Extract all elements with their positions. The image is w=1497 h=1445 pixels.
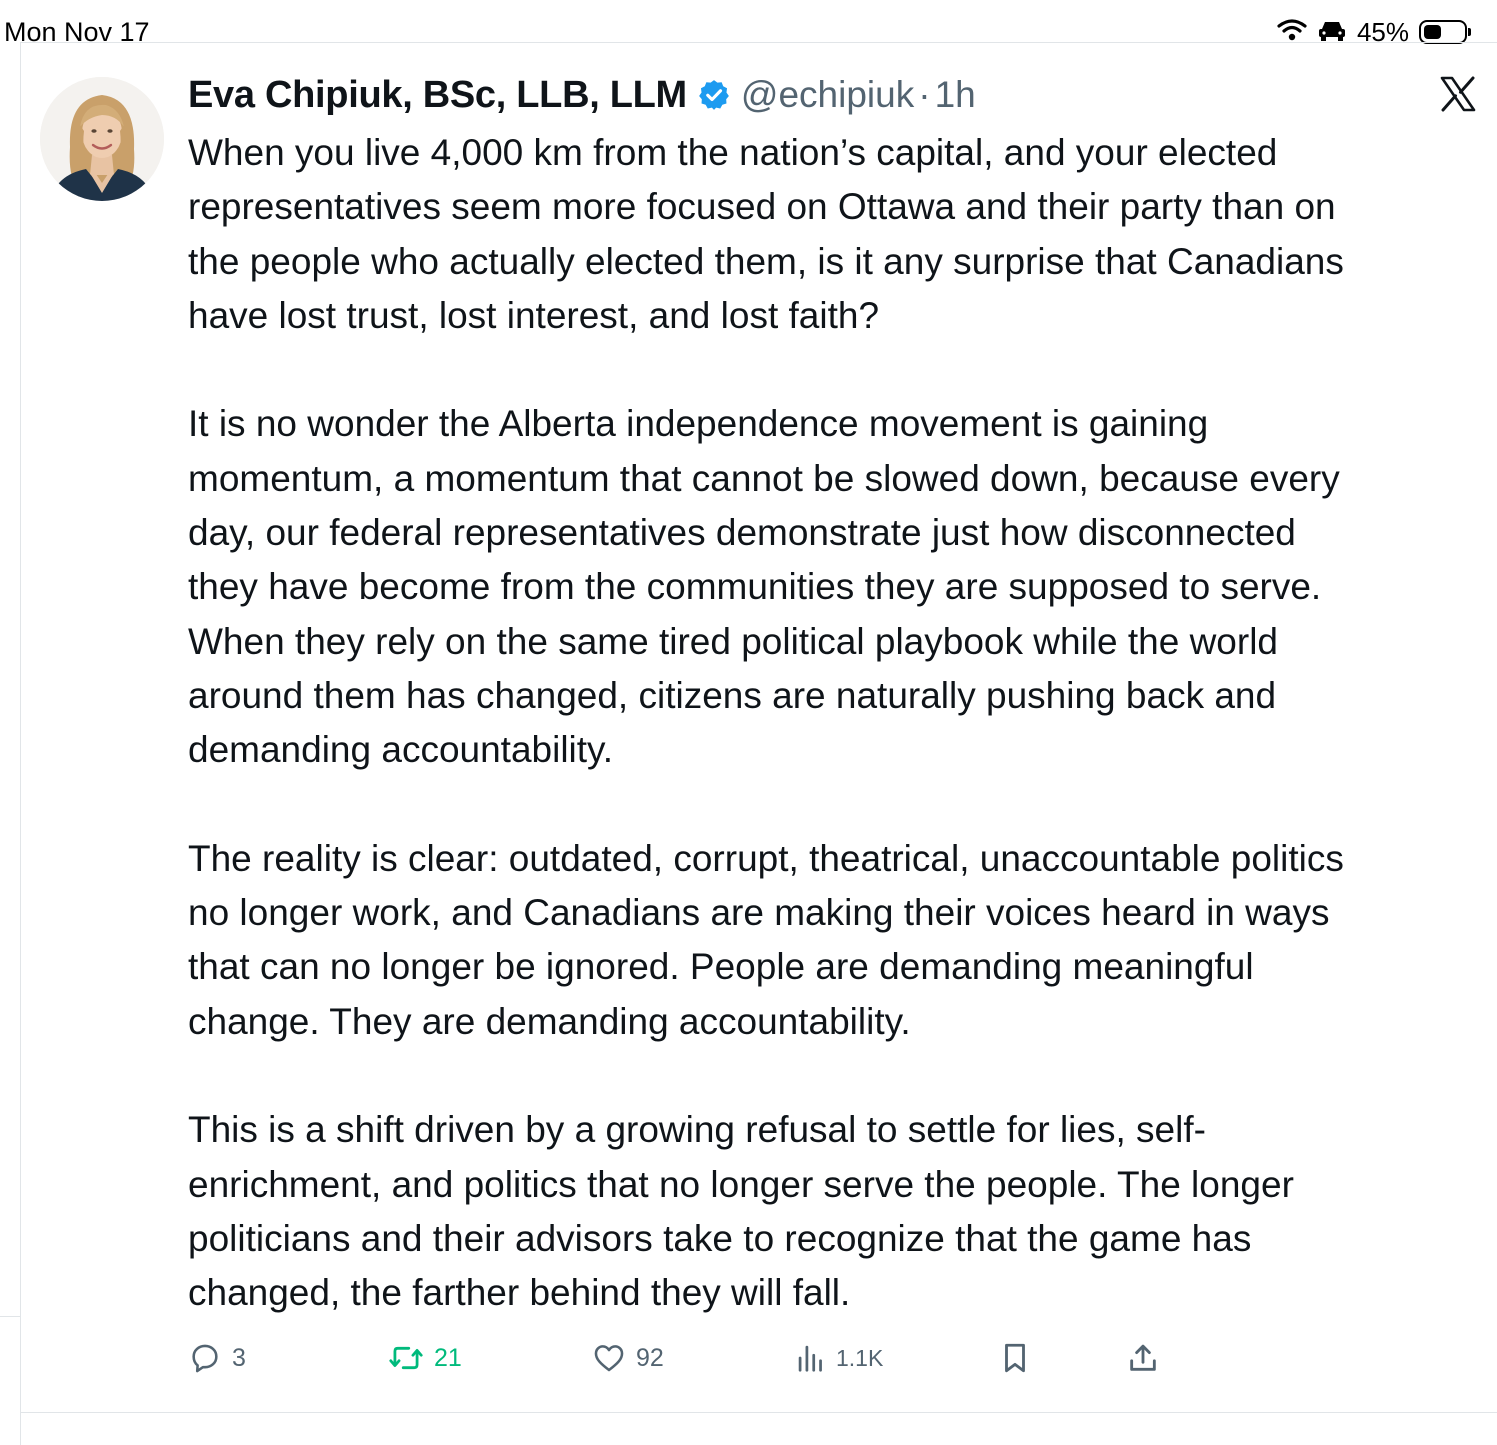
like-button[interactable]: 92 (592, 1336, 664, 1380)
tweet-timestamp[interactable]: 1h (935, 74, 976, 116)
tweet-paragraph: It is no wonder the Alberta independence… (188, 403, 1340, 771)
bookmark-icon (1005, 1343, 1025, 1373)
avatar-image (40, 77, 164, 201)
share-icon (1130, 1344, 1156, 1371)
status-time: Mon Nov 17 (4, 17, 150, 47)
tweet-header: Eva Chipiuk, BSc, LLB, LLM @echipiuk · 1… (188, 70, 976, 120)
like-count: 92 (636, 1343, 664, 1372)
retweet-button[interactable]: 21 (388, 1336, 462, 1380)
retweet-icon (389, 1346, 423, 1370)
heart-icon (594, 1345, 624, 1372)
reply-count: 3 (232, 1343, 246, 1372)
status-indicators: 45% (1277, 16, 1471, 48)
views-button[interactable]: 1.1K (796, 1336, 883, 1380)
tweet-paragraph: This is a shift driven by a growing refu… (188, 1109, 1294, 1314)
bookmark-button[interactable] (1000, 1336, 1030, 1380)
timeline-left-border (20, 42, 21, 1445)
x-logo-icon (1440, 76, 1476, 112)
battery-icon (1419, 20, 1471, 44)
reply-button[interactable]: 3 (188, 1336, 246, 1380)
status-bar: Mon Nov 17 45% (0, 0, 1497, 47)
tweet-bottom-divider (20, 1412, 1497, 1413)
share-button[interactable] (1126, 1336, 1160, 1380)
reply-icon (192, 1344, 218, 1373)
status-divider (20, 42, 1497, 43)
view-count: 1.1K (836, 1344, 884, 1371)
author-handle[interactable]: @echipiuk (741, 74, 914, 116)
timeline-left-divider (0, 1316, 20, 1317)
tweet-paragraph: The reality is clear: outdated, corrupt,… (188, 837, 1344, 1042)
battery-level-fill (1424, 25, 1441, 39)
tweet-text: When you live 4,000 km from the nation’s… (188, 126, 1478, 1321)
retweet-count: 21 (434, 1343, 462, 1372)
header-separator: · (918, 74, 931, 115)
analytics-icon (798, 1345, 822, 1372)
tweet-paragraph: When you live 4,000 km from the nation’s… (188, 132, 1344, 336)
author-display-name[interactable]: Eva Chipiuk, BSc, LLB, LLM (188, 74, 687, 117)
verified-badge-icon (697, 78, 731, 112)
avatar[interactable] (40, 77, 164, 201)
tweet-actions: 3 21 92 1.1K (188, 1336, 1168, 1380)
